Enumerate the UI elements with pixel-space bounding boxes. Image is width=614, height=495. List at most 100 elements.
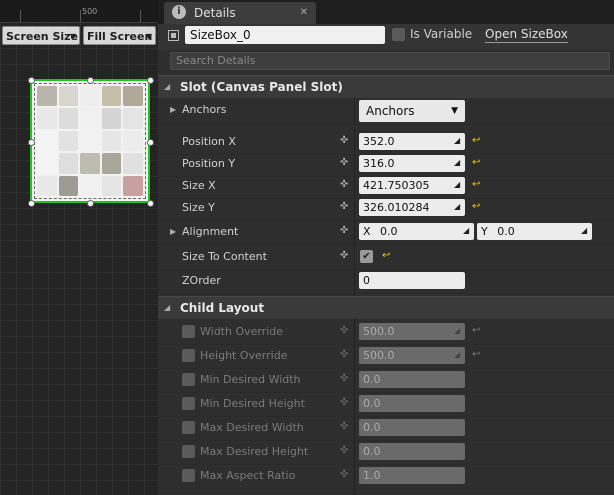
tab-label: Details [194,6,236,20]
open-sizebox-link[interactable]: Open SizeBox [485,26,568,43]
child-layout-value-field[interactable]: 500.0 ◢ [359,323,465,340]
reset-icon[interactable]: ↩ [472,325,480,336]
binding-icon[interactable]: ✜ [340,157,352,169]
search-details-input[interactable]: Search Details [170,52,610,70]
resize-handle[interactable] [147,77,154,84]
fill-screen-dropdown[interactable]: Fill Screen ▼ [83,26,156,45]
axis-label: Y [481,225,488,238]
property-child-layout-row: Max Desired Width ✜ 0.0 [158,416,614,441]
preview-tile [58,175,79,196]
alignment-y-field[interactable]: Y 0.0 ◢ [477,223,592,240]
resize-handle[interactable] [147,139,154,146]
property-label: Width Override [200,325,284,338]
resize-handle[interactable] [87,77,94,84]
info-icon: i [172,5,186,19]
alignment-x-field[interactable]: X 0.0 ◢ [359,223,474,240]
expand-arrow-icon[interactable]: ▶ [170,220,176,244]
reset-icon[interactable]: ↩ [472,201,480,212]
preview-tile [101,86,122,107]
property-label: Max Aspect Ratio [200,469,296,482]
resize-handle[interactable] [147,200,154,207]
binding-icon[interactable]: ✜ [340,469,352,481]
reset-icon[interactable]: ↩ [382,250,390,261]
child-layout-value-field[interactable]: 0.0 [359,443,465,460]
zorder-field[interactable]: 0 [359,272,465,289]
resize-handle[interactable] [28,139,35,146]
tab-details[interactable]: i Details ✕ [164,2,316,24]
override-checkbox[interactable] [182,469,195,482]
position-x-field[interactable]: 352.0 ◢ [359,133,465,150]
widget-name-field[interactable]: SizeBox_0 [185,26,385,44]
binding-icon[interactable]: ✜ [340,421,352,433]
ruler-tick [80,10,81,22]
child-layout-value-field[interactable]: 0.0 [359,419,465,436]
selected-sizebox-widget[interactable] [30,79,150,203]
ruler-tick [20,10,21,22]
override-checkbox[interactable] [182,445,195,458]
child-layout-value-field[interactable]: 0.0 [359,395,465,412]
category-child-layout[interactable]: ◢ Child Layout [158,296,614,319]
property-label: Max Desired Height [200,445,309,458]
drag-grip-icon[interactable]: ◢ [454,326,462,336]
drag-grip-icon[interactable]: ◢ [463,226,471,236]
chevron-down-icon: ▼ [69,32,76,41]
category-slot[interactable]: ◢ Slot (Canvas Panel Slot) [158,75,614,98]
drag-grip-icon[interactable]: ◢ [454,180,462,190]
size-x-field[interactable]: 421.750305 ◢ [359,177,465,194]
preview-tile [101,108,122,129]
position-y-field[interactable]: 316.0 ◢ [359,155,465,172]
field-value: 0.0 [363,373,381,386]
designer-viewport[interactable]: 500 Screen Size ▼ Fill Screen ▼ [0,0,158,495]
property-anchors: ▶ Anchors Anchors ▼ [158,98,614,125]
anchors-dropdown[interactable]: Anchors ▼ [359,100,465,122]
screen-size-dropdown[interactable]: Screen Size ▼ [2,26,80,45]
drag-grip-icon[interactable]: ◢ [454,202,462,212]
override-checkbox[interactable] [182,325,195,338]
binding-icon[interactable]: ✜ [340,349,352,361]
property-label: Size X [182,179,216,192]
child-layout-value-field[interactable]: 500.0 ◢ [359,347,465,364]
binding-icon[interactable]: ✜ [340,325,352,337]
preview-tile [37,86,57,107]
preview-tile [58,130,79,152]
reset-icon[interactable]: ↩ [472,179,480,190]
override-checkbox[interactable] [182,397,195,410]
preview-tile [80,153,100,174]
binding-icon[interactable]: ✜ [340,225,352,237]
binding-icon[interactable]: ✜ [340,445,352,457]
reset-icon[interactable]: ↩ [472,135,480,146]
reset-icon[interactable]: ↩ [472,157,480,168]
binding-icon[interactable]: ✜ [340,179,352,191]
override-checkbox[interactable] [182,349,195,362]
is-variable-checkbox[interactable] [392,28,405,41]
binding-icon[interactable]: ✜ [340,250,352,262]
field-value: 326.010284 [363,201,430,214]
drag-grip-icon[interactable]: ◢ [454,136,462,146]
widget-name-row: SizeBox_0 Is Variable Open SizeBox [158,24,614,50]
override-checkbox[interactable] [182,421,195,434]
resize-handle[interactable] [28,200,35,207]
child-layout-value-field[interactable]: 0.0 [359,371,465,388]
property-label: Max Desired Width [200,421,304,434]
binding-icon[interactable]: ✜ [340,397,352,409]
resize-handle[interactable] [87,200,94,207]
expand-arrow-icon[interactable]: ▶ [170,98,176,122]
drag-grip-icon[interactable]: ◢ [581,226,589,236]
reset-icon[interactable]: ↩ [472,349,480,360]
override-checkbox[interactable] [182,373,195,386]
property-child-layout-row: Min Desired Height ✜ 0.0 [158,392,614,417]
size-to-content-checkbox[interactable]: ✔ [360,250,373,263]
size-y-field[interactable]: 326.010284 ◢ [359,199,465,216]
binding-icon[interactable]: ✜ [340,201,352,213]
drag-grip-icon[interactable]: ◢ [454,158,462,168]
collapse-arrow-icon: ◢ [164,82,171,91]
preview-tile [123,108,143,129]
preview-tile [123,86,143,107]
close-icon[interactable]: ✕ [300,2,308,24]
resize-handle[interactable] [28,77,35,84]
binding-icon[interactable]: ✜ [340,373,352,385]
binding-icon[interactable]: ✜ [340,135,352,147]
drag-grip-icon[interactable]: ◢ [454,350,462,360]
category-title: Slot (Canvas Panel Slot) [180,80,343,94]
child-layout-value-field[interactable]: 1.0 [359,467,465,484]
